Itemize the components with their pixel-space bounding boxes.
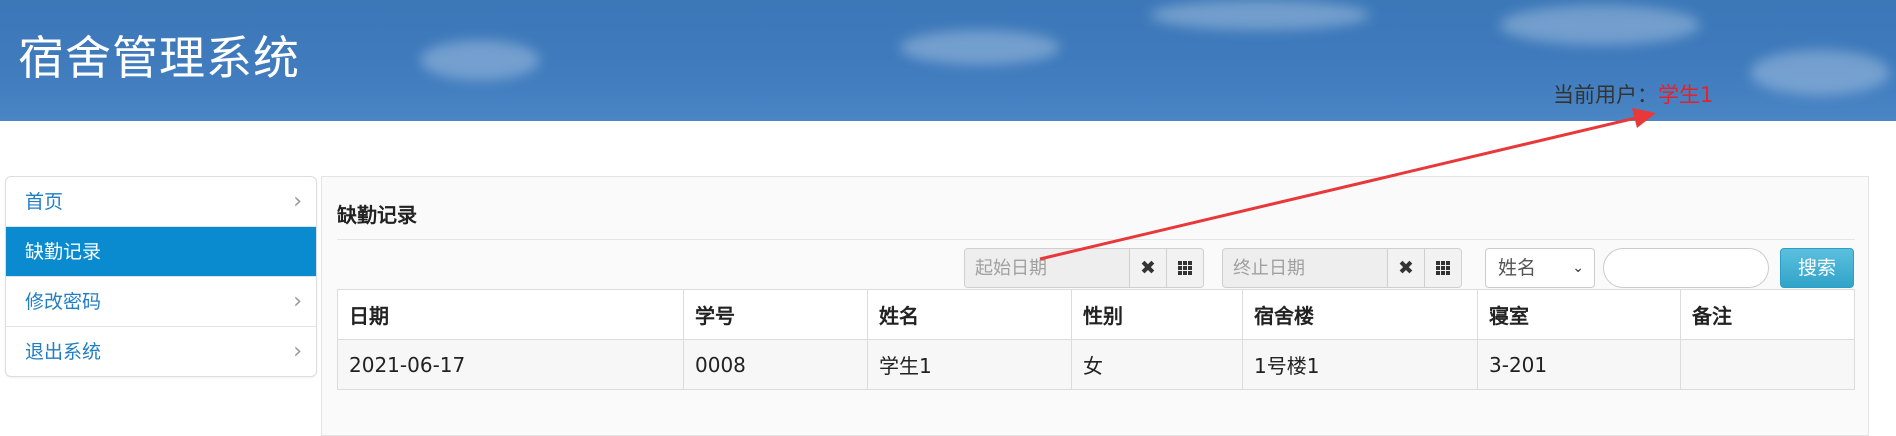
clear-icon[interactable]: ✖ <box>1129 249 1166 287</box>
chevron-right-icon: › <box>293 289 302 314</box>
column-header: 日期 <box>337 289 684 340</box>
table-header-row: 日期 学号 姓名 性别 宿舍楼 寝室 备注 <box>337 289 1855 340</box>
clear-icon[interactable]: ✖ <box>1387 249 1424 287</box>
cloud-decoration <box>1150 0 1370 30</box>
absence-table: 日期 学号 姓名 性别 宿舍楼 寝室 备注 2021-06-17 0008 学生… <box>337 289 1855 390</box>
table-cell: 女 <box>1071 339 1243 390</box>
cloud-decoration <box>900 30 1060 65</box>
chevron-down-icon: ⌄ <box>1572 260 1584 276</box>
chevron-right-icon: › <box>293 189 302 214</box>
end-date-input[interactable] <box>1223 249 1387 287</box>
current-user-name: 学生1 <box>1658 83 1714 107</box>
main-panel: 缺勤记录 ✖ ✖ 姓名 ⌄ 搜索 日期 学号 姓名 性别 宿舍楼 寝室 备注 <box>321 176 1869 436</box>
chevron-right-icon: › <box>293 339 302 364</box>
sidebar-item-home[interactable]: 首页 › <box>6 177 316 227</box>
panel-title: 缺勤记录 <box>337 203 417 227</box>
app-title: 宿舍管理系统 <box>18 31 300 85</box>
column-header: 寝室 <box>1477 289 1681 340</box>
cloud-decoration <box>420 40 540 80</box>
search-input[interactable] <box>1603 248 1769 288</box>
current-user-label: 当前用户： <box>1553 83 1658 107</box>
table-cell: 学生1 <box>867 339 1072 390</box>
sidebar-nav: 首页 › 缺勤记录 修改密码 › 退出系统 › <box>5 176 317 377</box>
sidebar-item-change-password[interactable]: 修改密码 › <box>6 277 316 327</box>
sidebar-item-label: 缺勤记录 <box>25 241 102 263</box>
sidebar-item-absence-records[interactable]: 缺勤记录 <box>6 227 316 277</box>
divider <box>337 239 1855 240</box>
column-header: 性别 <box>1071 289 1243 340</box>
search-button[interactable]: 搜索 <box>1780 248 1854 288</box>
sidebar-item-logout[interactable]: 退出系统 › <box>6 327 316 376</box>
sidebar-item-label: 首页 <box>25 191 64 213</box>
column-header: 姓名 <box>867 289 1072 340</box>
column-header: 备注 <box>1680 289 1855 340</box>
table-cell <box>1680 339 1855 390</box>
end-date-picker: ✖ <box>1222 248 1462 288</box>
search-field-select[interactable]: 姓名 ⌄ <box>1485 248 1595 288</box>
table-row: 2021-06-17 0008 学生1 女 1号楼1 3-201 <box>337 339 1855 390</box>
current-user: 当前用户：学生1 <box>1553 79 1713 109</box>
sidebar-item-label: 退出系统 <box>25 341 102 363</box>
column-header: 学号 <box>683 289 868 340</box>
cloud-decoration <box>1750 50 1890 95</box>
start-date-picker: ✖ <box>964 248 1204 288</box>
start-date-input[interactable] <box>965 249 1129 287</box>
table-cell: 0008 <box>683 339 868 390</box>
column-header: 宿舍楼 <box>1242 289 1478 340</box>
calendar-grid-icon[interactable] <box>1166 249 1203 287</box>
table-cell: 1号楼1 <box>1242 339 1478 390</box>
cloud-decoration <box>1500 5 1700 45</box>
table-cell: 3-201 <box>1477 339 1681 390</box>
search-field-selected: 姓名 <box>1498 257 1537 279</box>
calendar-grid-icon[interactable] <box>1424 249 1461 287</box>
table-cell: 2021-06-17 <box>337 339 684 390</box>
sidebar-item-label: 修改密码 <box>25 291 102 313</box>
header-banner: 宿舍管理系统 当前用户：学生1 <box>0 0 1896 121</box>
